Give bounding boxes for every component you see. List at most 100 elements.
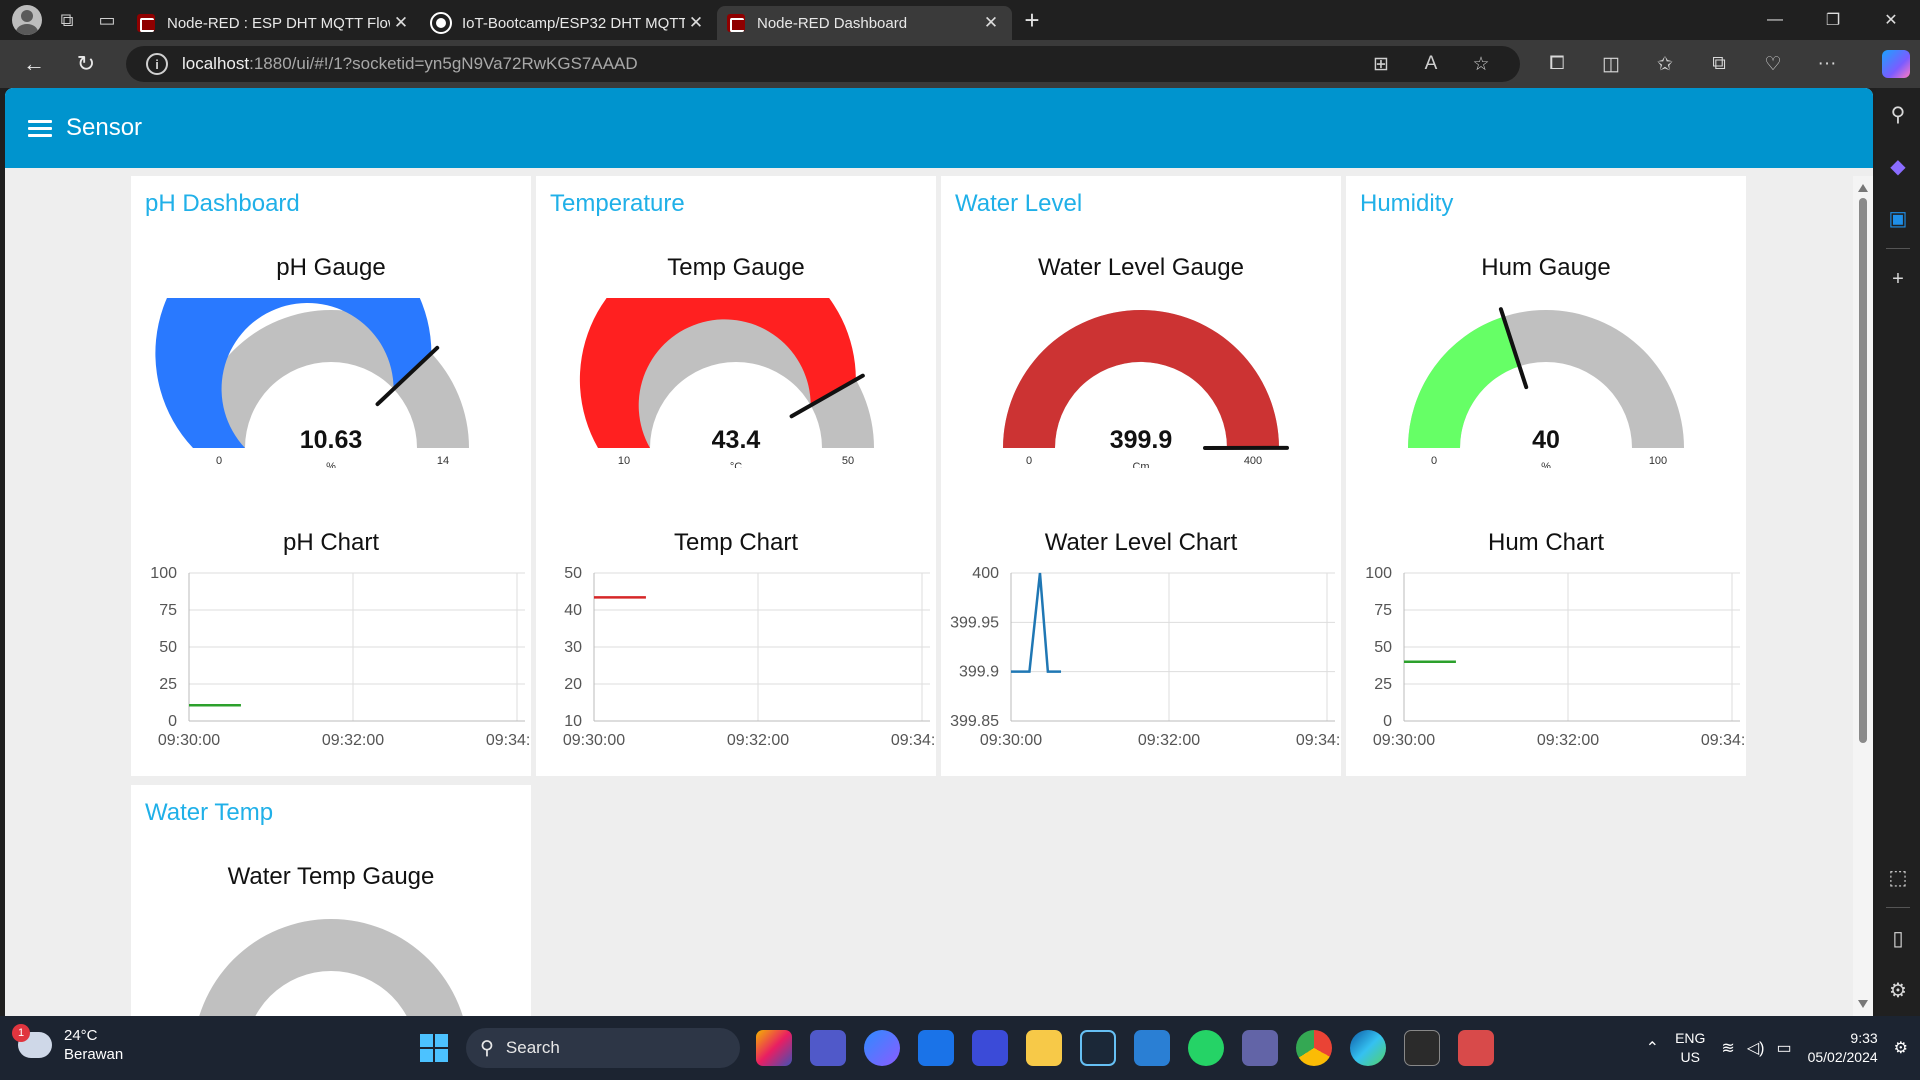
minimize-icon[interactable]: — xyxy=(1746,0,1804,40)
y-tick-label: 40 xyxy=(564,602,582,619)
x-tick-label: 09:32:00 xyxy=(1138,732,1200,749)
gauge-title: Water Level Gauge xyxy=(1038,254,1244,281)
browser-tab-0[interactable]: Node-RED : ESP DHT MQTT Flow ✕ xyxy=(127,6,422,40)
y-tick-label: 75 xyxy=(1374,602,1392,619)
gauge-unit: Cm xyxy=(1132,461,1149,468)
gauge-max-label: 50 xyxy=(842,455,854,467)
sidebar-screenshot-icon[interactable]: ⬚ xyxy=(1876,851,1920,903)
file-explorer-icon[interactable] xyxy=(1026,1030,1062,1066)
sidebar-search-icon[interactable]: ⚲ xyxy=(1876,88,1920,140)
editor-app-icon[interactable] xyxy=(972,1030,1008,1066)
sidebar-settings-icon[interactable]: ⚙ xyxy=(1876,964,1920,1016)
sidebar-hide-icon[interactable]: ▯ xyxy=(1876,912,1920,964)
y-tick-label: 399.85 xyxy=(950,713,999,730)
gauge xyxy=(199,919,463,1016)
x-tick-label: 09:32:00 xyxy=(322,732,384,749)
new-tab-button[interactable]: + xyxy=(1012,5,1052,36)
more-menu-icon[interactable]: ··· xyxy=(1800,53,1854,75)
teams-classic-icon[interactable] xyxy=(1242,1030,1278,1066)
steam-icon[interactable] xyxy=(1080,1030,1116,1066)
chrome-icon[interactable] xyxy=(1296,1030,1332,1066)
collections-icon[interactable]: ⧉ xyxy=(1692,53,1746,75)
sidebar-add-icon[interactable]: + xyxy=(1876,253,1920,305)
scrollbar-thumb[interactable] xyxy=(1859,198,1867,743)
copilot-app-icon[interactable] xyxy=(864,1030,900,1066)
clock[interactable]: 9:33 05/02/2024 xyxy=(1808,1029,1878,1067)
edge-icon[interactable] xyxy=(1350,1030,1386,1066)
tray-overflow-icon[interactable]: ⌃ xyxy=(1646,1038,1659,1058)
site-info-icon[interactable]: i xyxy=(146,53,168,75)
browser-tab-1[interactable]: IoT-Bootcamp/ESP32 DHT MQTT ✕ xyxy=(422,6,717,40)
favorite-star-icon[interactable]: ☆ xyxy=(1456,53,1506,76)
menu-icon[interactable] xyxy=(28,116,52,141)
url-host: localhost xyxy=(182,54,250,73)
sidebar-copilot-icon[interactable]: ◆ xyxy=(1876,140,1920,192)
y-tick-label: 50 xyxy=(159,639,177,656)
volume-icon[interactable]: ◁) xyxy=(1747,1038,1765,1058)
app-available-icon[interactable]: ⊞ xyxy=(1356,53,1406,76)
scroll-up-icon[interactable] xyxy=(1858,184,1868,192)
terminal-icon[interactable] xyxy=(1404,1030,1440,1066)
restore-icon[interactable]: ❐ xyxy=(1804,0,1862,40)
remote-desktop-icon[interactable] xyxy=(1134,1030,1170,1066)
workspaces-icon[interactable]: ⧉ xyxy=(47,0,87,40)
weather-widget[interactable]: 1 24°C Berawan xyxy=(12,1024,123,1064)
notifications-icon[interactable]: ⚙ xyxy=(1894,1038,1908,1058)
start-windows-icon[interactable] xyxy=(416,1030,452,1066)
back-icon[interactable]: ← xyxy=(8,40,60,88)
line-chart: 50 40 30 20 10 09:30:00 09:32:00 09:34:00 xyxy=(563,565,936,749)
browser-essentials-icon[interactable]: ♡ xyxy=(1746,53,1800,76)
profile-avatar-icon[interactable] xyxy=(12,5,42,35)
gauge-value: 40 xyxy=(1532,426,1560,454)
teams-icon[interactable] xyxy=(810,1030,846,1066)
group-title: Humidity xyxy=(1360,190,1454,217)
close-tab-icon[interactable]: ✕ xyxy=(685,13,707,33)
y-tick-label: 75 xyxy=(159,602,177,619)
read-aloud-icon[interactable]: A xyxy=(1406,53,1456,75)
close-window-icon[interactable]: ✕ xyxy=(1862,0,1920,40)
split-screen-icon[interactable]: ◫ xyxy=(1584,53,1638,76)
gauge: 40% 0 100 xyxy=(1408,307,1684,468)
favorites-icon[interactable]: ✩ xyxy=(1638,53,1692,76)
url-input[interactable]: i localhost:1880/ui/#!/1?socketid=yn5gN9… xyxy=(126,46,1520,82)
mail-icon[interactable] xyxy=(918,1030,954,1066)
y-tick-label: 50 xyxy=(1374,639,1392,656)
sidebar-outlook-icon[interactable]: ▣ xyxy=(1876,192,1920,244)
refresh-icon[interactable]: ↻ xyxy=(60,40,112,88)
y-tick-label: 400 xyxy=(972,565,999,582)
taskbar-search-input[interactable]: ⚲ Search xyxy=(466,1028,740,1068)
close-tab-icon[interactable]: ✕ xyxy=(390,13,412,33)
browser-tab-2[interactable]: Node-RED Dashboard ✕ xyxy=(717,6,1012,40)
url-path: :1880/ui/#!/1?socketid=yn5gN9Va72RwKGS7A… xyxy=(249,54,638,73)
group-title: Water Temp xyxy=(145,799,274,826)
lang-region: US xyxy=(1680,1049,1700,1065)
y-tick-label: 30 xyxy=(564,639,582,656)
copilot-icon[interactable] xyxy=(1882,50,1910,78)
x-tick-label: 09:32:00 xyxy=(727,732,789,749)
lang-code: ENG xyxy=(1675,1030,1706,1046)
scroll-down-icon[interactable] xyxy=(1858,1000,1868,1008)
gauge-min-label: 0 xyxy=(1431,455,1437,467)
node-red-favicon-icon xyxy=(727,14,745,32)
extensions-icon[interactable]: ⧠ xyxy=(1530,53,1584,75)
language-indicator[interactable]: ENG US xyxy=(1675,1029,1705,1067)
chart-title: pH Chart xyxy=(282,529,380,556)
group-card: Humidity Hum Gauge 40% 0 100 Hum Chart 100 75 50… xyxy=(1346,176,1746,776)
whatsapp-icon[interactable] xyxy=(1188,1030,1224,1066)
copilot-pre-icon[interactable] xyxy=(756,1030,792,1066)
group-title: Temperature xyxy=(550,190,685,217)
wifi-icon[interactable]: ≋ xyxy=(1721,1038,1734,1058)
close-tab-icon[interactable]: ✕ xyxy=(980,13,1002,33)
gauge-unit: % xyxy=(326,461,336,468)
search-icon: ⚲ xyxy=(480,1037,494,1059)
page-scrollbar[interactable] xyxy=(1853,176,1873,1016)
x-tick-label: 09:30:00 xyxy=(1373,732,1435,749)
browser-tab-strip: ⧉ ▭ Node-RED : ESP DHT MQTT Flow ✕ IoT-B… xyxy=(0,0,1920,40)
chart-title: Hum Chart xyxy=(1487,529,1605,556)
battery-icon[interactable]: ▭ xyxy=(1776,1038,1791,1058)
tab-actions-icon[interactable]: ▭ xyxy=(87,0,127,40)
page-title: Sensor xyxy=(66,114,143,141)
y-tick-label: 25 xyxy=(159,676,177,693)
snipping-tool-icon[interactable] xyxy=(1458,1030,1494,1066)
group-card: pH Dashboard pH Gauge 10.63% 0 14 pH Chart 100… xyxy=(131,176,531,776)
